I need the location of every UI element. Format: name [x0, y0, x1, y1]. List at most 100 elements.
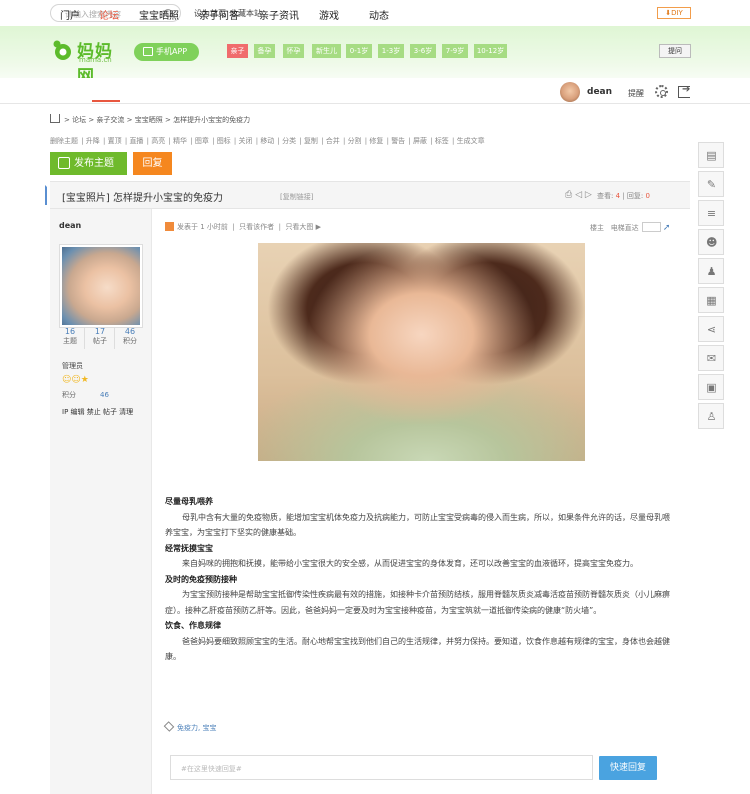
- author-only-link[interactable]: 只看该作者: [239, 223, 274, 231]
- mod-move[interactable]: 移动: [260, 137, 274, 145]
- author-avatar[interactable]: [59, 244, 143, 328]
- reply-button[interactable]: 回复: [133, 152, 172, 175]
- mod-generate-article[interactable]: 生成文章: [457, 137, 485, 145]
- author-role[interactable]: 管理员: [62, 361, 83, 371]
- mod-highlight[interactable]: 高亮: [151, 137, 165, 145]
- mod-copy[interactable]: 复制: [304, 137, 318, 145]
- mod-warn[interactable]: 警告: [391, 137, 405, 145]
- stage-tab-0-1[interactable]: 0-1岁: [346, 44, 372, 58]
- mod-digest[interactable]: 精华: [173, 137, 187, 145]
- author-name[interactable]: dean: [59, 221, 81, 230]
- thread-tools: ⎙ ◁ ▷: [565, 190, 592, 200]
- breadcrumb-parenting[interactable]: 亲子交流: [96, 116, 124, 124]
- mod-category[interactable]: 分类: [282, 137, 296, 145]
- big-image-link[interactable]: 只看大图: [285, 223, 313, 231]
- mod-stamp[interactable]: 图章: [195, 137, 209, 145]
- mod-tags[interactable]: 标签: [435, 137, 449, 145]
- stat-posts-label: 帖子: [93, 337, 107, 345]
- diy-button[interactable]: ⬇DIY: [657, 7, 691, 19]
- list-icon[interactable]: ≡: [698, 200, 724, 226]
- thread-category[interactable]: [宝宝照片]: [62, 193, 110, 204]
- nav-forum[interactable]: 论坛: [99, 7, 119, 22]
- next-thread-icon[interactable]: ▷: [585, 190, 592, 200]
- section-heading: 及时的免疫预防接种: [165, 574, 237, 584]
- breadcrumb-forum[interactable]: 论坛: [72, 116, 86, 124]
- quick-reply-input[interactable]: #在这里快速回复#: [170, 755, 593, 780]
- mod-close[interactable]: 关闭: [239, 137, 253, 145]
- stage-tab-1-3[interactable]: 1-3岁: [378, 44, 404, 58]
- mod-delete[interactable]: 删除主题: [50, 137, 78, 145]
- post-image[interactable]: [258, 243, 585, 461]
- nav-parenting-news[interactable]: 亲子资讯: [259, 7, 299, 22]
- mod-merge[interactable]: 合并: [326, 137, 340, 145]
- stage-tab-newborn[interactable]: 新生儿: [312, 44, 341, 58]
- jump-go-icon[interactable]: ➚: [663, 223, 671, 233]
- mod-bump[interactable]: 升降: [86, 137, 100, 145]
- site-logo[interactable]: 妈妈网 mama.cn: [52, 36, 130, 87]
- thread-header: [宝宝照片] 怎样提升小宝宝的免疫力 [复制链接] ⎙ ◁ ▷ 查看: 4 | …: [45, 181, 690, 209]
- play-icon[interactable]: ▶: [316, 223, 321, 231]
- mobile-app-button[interactable]: 手机APP: [134, 43, 199, 61]
- stage-tab-10-12[interactable]: 10-12岁: [474, 44, 507, 58]
- stage-tab-parenting[interactable]: 亲子: [227, 44, 248, 58]
- copy-link[interactable]: [复制链接]: [280, 192, 313, 202]
- post-tags: 免疫力, 宝宝: [163, 721, 216, 733]
- home-icon[interactable]: [50, 114, 60, 123]
- logout-icon[interactable]: [678, 84, 690, 98]
- nav-username[interactable]: dean: [587, 87, 612, 97]
- stat-posts[interactable]: 17 帖子: [87, 327, 113, 346]
- tag-icon: [163, 721, 175, 732]
- credit-label: 积分: [62, 391, 76, 399]
- post-meta: 发表于 1 小时前 | 只看该作者 | 只看大图 ▶: [165, 222, 321, 232]
- robot-icon[interactable]: ☻: [698, 229, 724, 255]
- stat-divider: [84, 327, 85, 349]
- stage-tab-7-9[interactable]: 7-9岁: [442, 44, 468, 58]
- note-icon[interactable]: ▤: [698, 142, 724, 168]
- floor-jump-input[interactable]: [641, 222, 661, 232]
- mod-block[interactable]: 屏蔽: [413, 137, 427, 145]
- remind-link[interactable]: 提醒: [628, 88, 644, 99]
- author-admin-actions[interactable]: IP 编辑 禁止 帖子 清理: [62, 407, 133, 417]
- author-panel: dean 16 主题 17 帖子 46 积分 管理员 ☺☺★ 积分 46 IP 编辑 禁…: [50, 209, 152, 794]
- stage-tab-pregnancy[interactable]: 怀孕: [283, 44, 304, 58]
- stat-credits[interactable]: 46 积分: [117, 327, 143, 346]
- user-icon[interactable]: ♙: [698, 403, 724, 429]
- mod-icon[interactable]: 图标: [217, 137, 231, 145]
- stat-posts-value: 17: [94, 327, 106, 336]
- collapse-arrow-icon[interactable]: [45, 185, 51, 205]
- replies-count: 0: [645, 192, 650, 200]
- new-thread-button[interactable]: 发布主题: [50, 152, 127, 175]
- mod-sticky[interactable]: 置顶: [108, 137, 122, 145]
- print-icon[interactable]: ⎙: [565, 190, 572, 200]
- breadcrumb-baby-photos[interactable]: 宝宝晒照: [135, 116, 163, 124]
- prev-thread-icon[interactable]: ◁: [575, 190, 582, 200]
- gear-icon[interactable]: [655, 85, 668, 98]
- moderator-toolbar: 删除主题 | 升降 | 置顶 | 直播 | 高亮 | 精华 | 图章 | 图标 …: [50, 137, 485, 145]
- mod-repair[interactable]: 修复: [369, 137, 383, 145]
- mod-live[interactable]: 直播: [129, 137, 143, 145]
- quick-reply-button[interactable]: 快速回复: [599, 756, 657, 780]
- share-icon[interactable]: ⋖: [698, 316, 724, 342]
- tag-links[interactable]: 免疫力, 宝宝: [177, 724, 216, 732]
- floor-info: 楼主 电梯直达 ➚: [590, 222, 670, 233]
- mod-split[interactable]: 分割: [348, 137, 362, 145]
- ask-button[interactable]: 提问: [659, 44, 691, 58]
- nav-games[interactable]: 游戏: [319, 7, 339, 22]
- wechat-icon[interactable]: ✉: [698, 345, 724, 371]
- nav-baby-photos[interactable]: 宝宝晒照: [139, 7, 179, 22]
- stat-threads[interactable]: 16 主题: [57, 327, 83, 346]
- stage-tab-3-6[interactable]: 3-6岁: [410, 44, 436, 58]
- nav-parenting-qa[interactable]: 亲子问答: [199, 7, 239, 22]
- user-avatar[interactable]: [560, 82, 580, 102]
- qrcode-icon[interactable]: ▣: [698, 374, 724, 400]
- nav-activity[interactable]: 动态: [369, 7, 389, 22]
- nav-portal[interactable]: 门户: [60, 7, 80, 22]
- edit-icon[interactable]: ✎: [698, 171, 724, 197]
- quick-reply-placeholder: #在这里快速回复#: [181, 765, 242, 773]
- grid-icon[interactable]: ▦: [698, 287, 724, 313]
- qq-icon[interactable]: ♟: [698, 258, 724, 284]
- stage-tab-preparing[interactable]: 备孕: [254, 44, 275, 58]
- pencil-icon: [58, 157, 70, 169]
- stat-threads-label: 主题: [63, 337, 77, 345]
- stat-threads-value: 16: [64, 327, 76, 336]
